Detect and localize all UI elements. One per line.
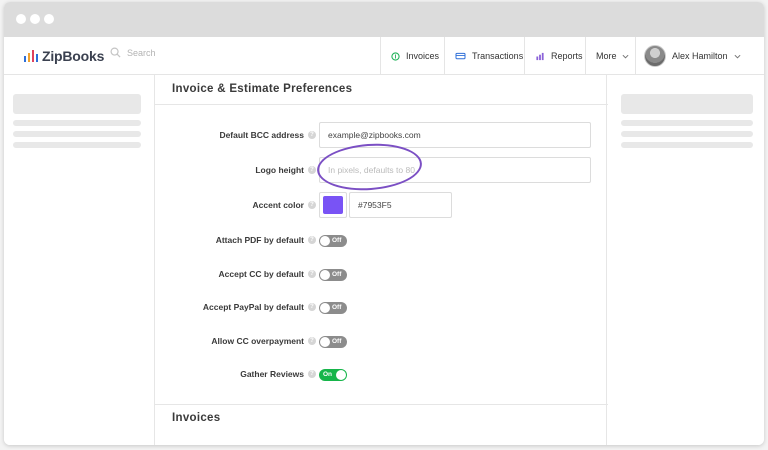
toggle-knob: [336, 370, 346, 380]
reports-icon: [535, 52, 545, 61]
toggle-state: Off: [332, 338, 342, 345]
nav-more[interactable]: More: [585, 37, 635, 75]
logo-text: ZipBooks: [42, 48, 105, 64]
title-bar: [4, 2, 764, 37]
preferences-panel: Invoice & Estimate Preferences Default B…: [154, 75, 608, 445]
accent-color-swatch[interactable]: [319, 192, 347, 218]
label-gather-reviews: Gather Reviews ?: [240, 369, 316, 379]
label-attach-pdf: Attach PDF by default ?: [216, 235, 316, 245]
user-name: Alex Hamilton: [672, 51, 728, 61]
transactions-icon: [455, 52, 466, 61]
toggle-knob: [320, 337, 330, 347]
skeleton-line: [621, 131, 753, 137]
zipbooks-logo[interactable]: ZipBooks: [24, 48, 104, 64]
skeleton-line: [621, 142, 753, 148]
left-sidebar-placeholder: [4, 75, 153, 445]
nav-transactions-label: Transactions: [472, 51, 524, 61]
nav-invoices-label: Invoices: [406, 51, 440, 61]
window-dot-maximize[interactable]: [44, 14, 54, 24]
accent-color-fill: [323, 196, 343, 214]
help-icon[interactable]: ?: [308, 201, 316, 209]
help-icon[interactable]: ?: [308, 370, 316, 378]
nav-reports[interactable]: Reports: [524, 37, 585, 75]
invoice-icon: [391, 51, 400, 61]
top-navbar: ZipBooks Search Invoices Transactions Re…: [4, 37, 764, 75]
label-accept-cc: Accept CC by default ?: [219, 269, 316, 279]
logo-bars-icon: [24, 50, 38, 62]
skeleton-line: [13, 131, 141, 137]
gather-reviews-toggle[interactable]: On: [319, 369, 347, 381]
accept-paypal-toggle[interactable]: Off: [319, 302, 347, 314]
help-icon[interactable]: ?: [308, 236, 316, 244]
toggle-state: Off: [332, 304, 342, 311]
nav-transactions[interactable]: Transactions: [444, 37, 524, 75]
toggle-state: On: [323, 371, 333, 378]
allow-cc-overpayment-toggle[interactable]: Off: [319, 336, 347, 348]
label-accent-color: Accent color ?: [253, 200, 316, 210]
toggle-knob: [320, 270, 330, 280]
nav-invoices[interactable]: Invoices: [380, 37, 444, 75]
toggle-knob: [320, 236, 330, 246]
user-menu[interactable]: Alex Hamilton: [635, 37, 764, 75]
nav-more-label: More: [596, 51, 617, 61]
accent-color-input[interactable]: #7953F5: [349, 192, 452, 218]
window-dot-minimize[interactable]: [30, 14, 40, 24]
accept-cc-toggle[interactable]: Off: [319, 269, 347, 281]
attach-pdf-toggle[interactable]: Off: [319, 235, 347, 247]
right-sidebar-placeholder: [607, 75, 764, 445]
label-default-bcc: Default BCC address ?: [219, 130, 316, 140]
help-icon[interactable]: ?: [308, 303, 316, 311]
section-title-invoices: Invoices: [172, 412, 221, 424]
toggle-state: Off: [332, 237, 342, 244]
skeleton-line: [13, 142, 141, 148]
skeleton-block: [13, 94, 141, 114]
window-dot-close[interactable]: [16, 14, 26, 24]
nav-reports-label: Reports: [551, 51, 583, 61]
chevron-down-icon: [622, 54, 629, 59]
skeleton-line: [621, 120, 753, 126]
toggle-knob: [320, 303, 330, 313]
search-placeholder: Search: [127, 47, 156, 58]
section-divider: [155, 104, 608, 105]
search-icon: [110, 47, 121, 58]
label-logo-height: Logo height ?: [255, 165, 316, 175]
label-accept-paypal: Accept PayPal by default ?: [203, 302, 316, 312]
search-box[interactable]: Search: [110, 47, 156, 58]
skeleton-line: [13, 120, 141, 126]
help-icon[interactable]: ?: [308, 270, 316, 278]
help-icon[interactable]: ?: [308, 166, 316, 174]
label-allow-cc-overpayment: Allow CC overpayment ?: [211, 336, 316, 346]
help-icon[interactable]: ?: [308, 337, 316, 345]
chevron-down-icon: [734, 54, 741, 59]
browser-window: ZipBooks Search Invoices Transactions Re…: [4, 2, 764, 445]
highlight-circle: [315, 140, 424, 194]
section-divider: [155, 404, 608, 405]
skeleton-block: [621, 94, 753, 114]
avatar: [644, 45, 666, 67]
toggle-state: Off: [332, 271, 342, 278]
section-title-preferences: Invoice & Estimate Preferences: [172, 83, 353, 95]
help-icon[interactable]: ?: [308, 131, 316, 139]
